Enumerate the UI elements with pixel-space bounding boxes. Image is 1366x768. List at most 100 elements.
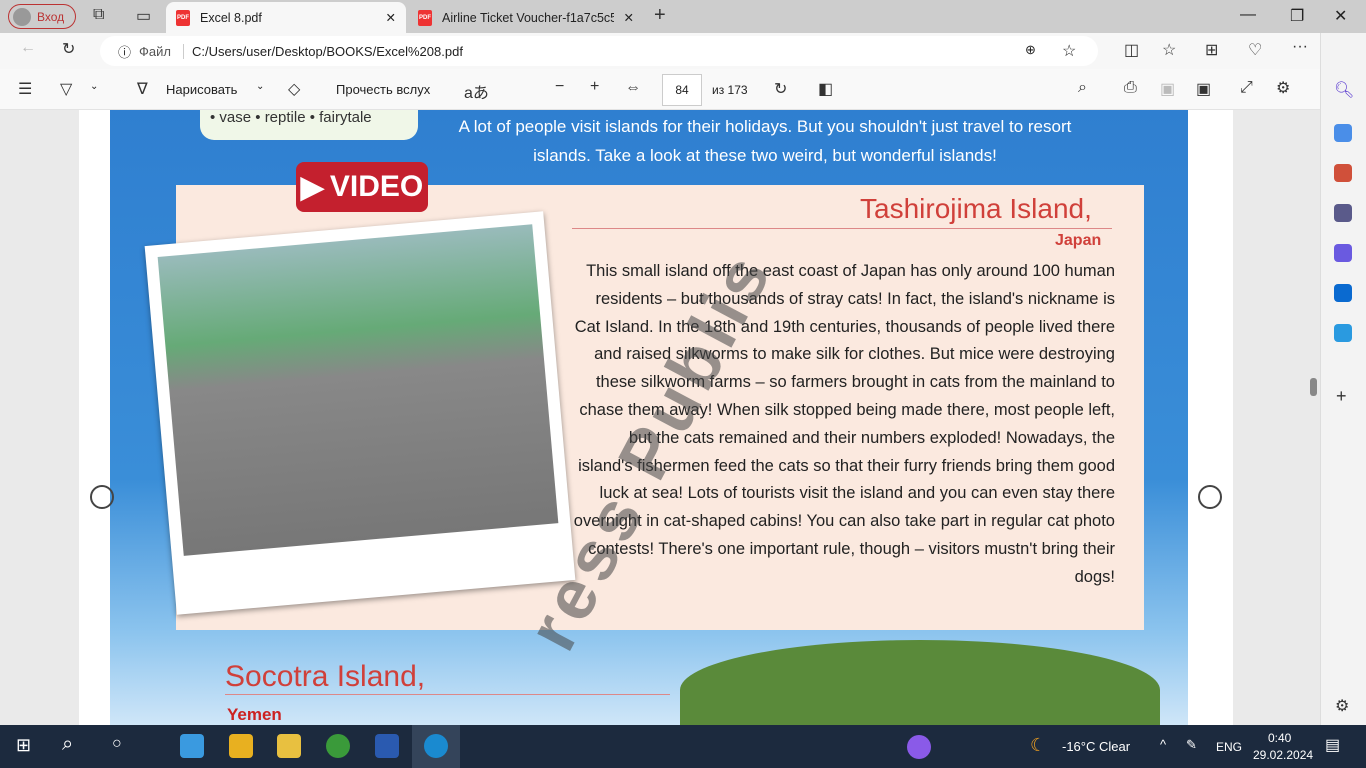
divider (225, 694, 670, 695)
tab-title: Airline Ticket Voucher-f1a7c5c58 (442, 10, 614, 25)
rotate-icon[interactable]: ↻ (774, 79, 787, 99)
pen-icon[interactable]: ✎ (1186, 737, 1197, 753)
crosshair-icon (1198, 485, 1222, 509)
page-number: 84 (675, 83, 689, 97)
clock-date[interactable]: 29.02.2024 (1253, 748, 1313, 762)
close-icon[interactable]: ✕ (386, 10, 396, 25)
start-icon[interactable]: ⊞ (16, 735, 31, 756)
page-view-icon[interactable]: ◧ (818, 79, 833, 99)
highlight-icon[interactable]: ▽ (60, 79, 72, 99)
video-badge[interactable]: ▶ VIDEO (296, 162, 428, 212)
edge-taskbar-active[interactable] (412, 725, 460, 768)
island2-country: Yemen (227, 705, 282, 724)
url-text: C:/Users/user/Desktop/BOOKS/Excel%208.pd… (191, 43, 463, 59)
drop-icon[interactable] (1334, 324, 1352, 342)
print-icon[interactable]: ⎙ (1124, 79, 1137, 97)
video-label: VIDEO (329, 170, 424, 203)
language-indicator[interactable]: ENG (1216, 740, 1242, 754)
clock-time[interactable]: 0:40 (1268, 731, 1291, 745)
taskbar: ⊞ ⌕ ○ ☾ -16°C Clear ^ ✎ ENG 0:40 29.02.2… (0, 725, 1366, 768)
fullscreen-icon[interactable]: ⤢ (1240, 79, 1253, 97)
pdf-icon: PDF (176, 9, 190, 26)
refresh-icon[interactable]: ↻ (62, 39, 75, 59)
chevron-down-icon[interactable]: ⌄ (256, 81, 264, 92)
island1-country: Japan (1055, 232, 1102, 249)
tools-icon[interactable] (1334, 164, 1352, 182)
chevron-up-icon[interactable]: ^ (1160, 737, 1166, 752)
read-aloud-button[interactable]: Прочесть вслух (336, 82, 430, 97)
alice-icon[interactable] (907, 735, 931, 759)
collections-icon[interactable]: ⊞ (1205, 40, 1218, 60)
zoom-out-icon[interactable]: − (555, 78, 564, 96)
back-icon[interactable]: ← (20, 39, 36, 57)
scrollbar-thumb[interactable] (1310, 378, 1317, 396)
cats-photo (144, 211, 576, 615)
restore-icon[interactable]: ❐ (1290, 6, 1304, 26)
page-total: из 173 (712, 83, 748, 97)
edge-icon (424, 734, 448, 758)
cortana-icon[interactable]: ○ (112, 735, 122, 753)
word-icon[interactable] (375, 734, 399, 758)
page-number-input[interactable]: 84 (662, 74, 702, 106)
address-input[interactable]: ⓘ Файл C:/Users/user/Desktop/BOOKS/Excel… (100, 36, 1098, 66)
tab-title: Excel 8.pdf (200, 10, 262, 25)
avatar (13, 7, 31, 26)
search-icon[interactable]: ⌕ (62, 733, 73, 756)
eraser-icon[interactable]: ◇ (288, 79, 300, 99)
favorite-star-icon[interactable]: ☆ (1062, 41, 1076, 61)
microsoft365-icon[interactable] (1334, 244, 1352, 262)
contents-icon[interactable]: ☰ (18, 79, 32, 99)
shopping-icon[interactable] (1334, 124, 1352, 142)
fit-width-icon[interactable]: ⇔ (625, 79, 641, 97)
settings-icon[interactable]: ⚙ (1276, 78, 1290, 98)
split-screen-icon[interactable]: ◫ (1124, 40, 1139, 60)
draw-icon[interactable]: ∇ (137, 79, 148, 99)
island2-title: Socotra Island, (225, 660, 426, 693)
translate-icon[interactable]: aあ (464, 79, 489, 103)
zoom-icon[interactable]: ⊕ (1025, 42, 1036, 58)
window-close-icon[interactable]: ✕ (1334, 6, 1347, 26)
profile-button[interactable]: Вход (8, 4, 76, 29)
new-tab-icon[interactable]: + (654, 4, 666, 27)
tab-bar: Вход ⧉ ▭ PDF Excel 8.pdf ✕ PDF Airline Tick… (0, 0, 1366, 33)
crosshair-icon (90, 485, 114, 509)
pdf-toolbar: ☰ ▽ ⌄ ∇ Нарисовать ⌄ ◇ Прочесть вслух aあ… (0, 69, 1320, 110)
divider (572, 228, 1112, 229)
notifications-icon[interactable]: ▤ (1325, 735, 1340, 755)
close-icon[interactable]: ✕ (624, 10, 634, 25)
workspaces-icon[interactable]: ⧉ (93, 6, 104, 24)
draw-button[interactable]: Нарисовать (166, 82, 237, 97)
vertical-tabs-icon[interactable]: ▭ (136, 6, 151, 26)
taskbar-app-icon[interactable] (180, 734, 204, 758)
sidebar-search-icon[interactable]: 🔍︎ (1334, 80, 1354, 100)
intro-text: A lot of people visit islands for their … (458, 117, 1072, 165)
tab-excel-pdf[interactable]: PDF Excel 8.pdf ✕ (166, 2, 406, 33)
chrome-icon[interactable] (326, 734, 350, 758)
taskbar-app-icon[interactable] (229, 734, 253, 758)
info-icon: ⓘ (118, 44, 132, 60)
outlook-icon[interactable] (1334, 284, 1352, 302)
weather-text[interactable]: -16°C Clear (1062, 739, 1130, 754)
pdf-viewer[interactable]: • vase • reptile • fairytale A lot of pe… (0, 110, 1320, 725)
address-prefix: Файл (139, 43, 184, 59)
search-icon[interactable]: ⌕ (1078, 79, 1087, 97)
browser-essentials-icon[interactable]: ♡ (1248, 40, 1262, 60)
games-icon[interactable] (1334, 204, 1352, 222)
play-icon: ▶ (300, 170, 324, 204)
profile-label: Вход (37, 9, 65, 24)
moon-icon: ☾ (1030, 735, 1047, 755)
pdf-icon: PDF (418, 9, 432, 26)
minimize-icon[interactable]: — (1240, 6, 1256, 24)
tab-airline-voucher[interactable]: PDF Airline Ticket Voucher-f1a7c5c58 ✕ (408, 2, 644, 33)
favorites-icon[interactable]: ☆ (1162, 40, 1176, 60)
save-icon: ▣ (1160, 81, 1176, 98)
zoom-in-icon[interactable]: + (590, 78, 599, 96)
chevron-down-icon[interactable]: ⌄ (90, 81, 98, 92)
sidebar-settings-icon[interactable]: ⚙ (1335, 696, 1349, 716)
island1-title: Tashirojima Island, (860, 193, 1092, 224)
vocab-list: • vase • reptile • fairytale (200, 110, 418, 140)
save-as-icon[interactable]: ▣ (1196, 79, 1211, 99)
add-icon[interactable]: + (1336, 386, 1347, 407)
file-explorer-icon[interactable] (277, 734, 301, 758)
more-icon[interactable]: ··· (1292, 38, 1308, 56)
